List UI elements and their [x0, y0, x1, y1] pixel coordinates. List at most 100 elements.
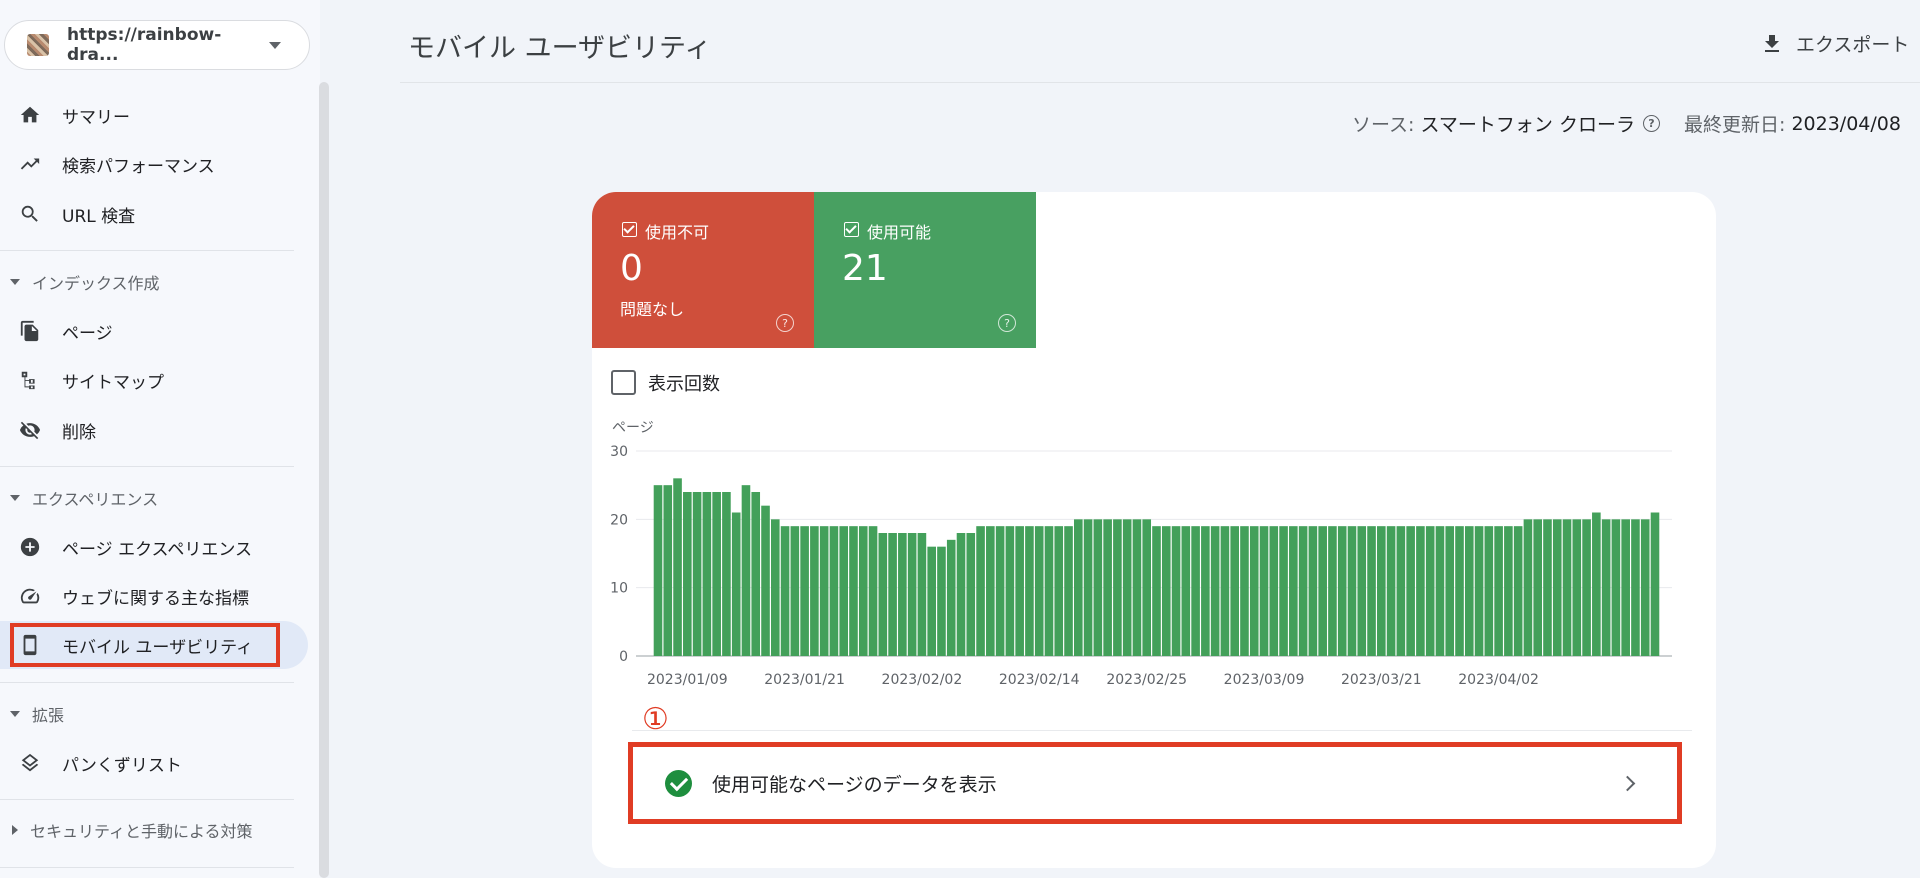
chart-bar: [1562, 519, 1572, 656]
tile-sub: 問題なし: [620, 300, 685, 319]
checkbox-checked-icon[interactable]: [622, 222, 637, 237]
chart-bar: [1533, 519, 1543, 656]
chart-bar: [1474, 526, 1484, 656]
checkbox-checked-icon[interactable]: [844, 222, 859, 237]
pages-icon: [18, 319, 42, 343]
chart-bar: [1083, 519, 1093, 656]
chart-bar: [1240, 526, 1249, 656]
chevron-right-icon: [1619, 775, 1636, 791]
chart-bar: [1386, 526, 1396, 656]
chart-bar: [946, 539, 956, 656]
download-icon: [1765, 34, 1779, 52]
view-usable-pages-row[interactable]: 使用可能なページのデータを表示: [628, 742, 1682, 824]
chart-bar: [761, 505, 770, 656]
chart-bar: [1220, 526, 1230, 656]
chart-bar: [1044, 526, 1054, 656]
impressions-checkbox[interactable]: [611, 370, 636, 395]
x-tick-label: 2023/02/25: [1106, 672, 1187, 688]
property-selector[interactable]: https://rainbow-dra...: [4, 20, 310, 70]
sidebar-item-core-web-vitals[interactable]: ウェブに関する主な指標: [0, 572, 308, 620]
impressions-label: 表示回数: [648, 374, 720, 395]
sidebar-item-label: パンくずリスト: [62, 755, 182, 776]
chart-bar: [1621, 519, 1630, 656]
eye-off-icon: [18, 418, 42, 442]
help-icon[interactable]: ?: [998, 314, 1016, 332]
chart-bar: [1582, 519, 1591, 656]
chart-bar: [751, 492, 761, 656]
divider: [0, 250, 294, 251]
chart-bar: [1034, 526, 1044, 656]
chart-bar: [1611, 519, 1621, 656]
y-tick-label: 30: [610, 444, 628, 460]
chart-bar: [1650, 512, 1660, 656]
property-url: https://rainbow-dra...: [67, 25, 222, 65]
caret-down-icon: [10, 279, 20, 285]
chart-bar: [1289, 526, 1298, 656]
section-experience[interactable]: エクスペリエンス: [0, 478, 300, 518]
tile-label: 使用可能: [867, 223, 932, 242]
chart-bar: [1601, 519, 1611, 656]
chart-bar: [1445, 526, 1455, 656]
chart-bar: [986, 526, 995, 656]
chart-bar: [1543, 519, 1552, 656]
y-axis-label: ページ: [612, 420, 654, 436]
chart-bar: [1367, 526, 1376, 656]
sidebar-scrollbar[interactable]: [319, 82, 329, 878]
sidebar-item-label: 削除: [62, 422, 96, 443]
chart-bar: [683, 492, 692, 656]
row-divider: [632, 730, 1692, 731]
x-tick-label: 2023/03/09: [1224, 672, 1305, 688]
y-tick-label: 20: [610, 512, 628, 528]
export-button[interactable]: エクスポート: [1760, 30, 1909, 57]
sidebar-item-summary[interactable]: サマリー: [0, 91, 308, 139]
divider: [0, 799, 294, 800]
chart-bar: [1171, 526, 1181, 656]
sidebar-item-label: ページ: [62, 323, 113, 344]
section-label: インデックス作成: [32, 274, 160, 293]
chart-bar: [1337, 526, 1347, 656]
chart-bar: [1074, 519, 1083, 656]
chart-bar: [1640, 519, 1650, 656]
chart-bar: [1357, 526, 1367, 656]
chevron-down-icon: [269, 41, 281, 49]
sidebar-item-breadcrumbs[interactable]: パンくずリスト: [0, 739, 308, 787]
chart-bar: [1523, 519, 1533, 656]
chart-bar: [1142, 519, 1152, 656]
chart-bar: [1025, 526, 1034, 656]
chart-bar: [1455, 526, 1464, 656]
chart-bar: [1318, 526, 1327, 656]
chart-bar: [663, 485, 673, 656]
section-indexing[interactable]: インデックス作成: [0, 262, 300, 302]
chart-bar: [927, 546, 936, 656]
trending-up-icon: [18, 152, 42, 176]
section-enhancements[interactable]: 拡張: [0, 694, 300, 734]
chart-bar: [712, 492, 721, 656]
sidebar-item-removals[interactable]: 削除: [0, 406, 308, 454]
detail-row-label: 使用可能なページのデータを表示: [712, 773, 997, 796]
chart-bar: [1132, 519, 1142, 656]
chart-bar: [839, 526, 849, 656]
chart-bar: [1377, 526, 1386, 656]
chart-bar: [1113, 519, 1122, 656]
sidebar-item-sitemap[interactable]: サイトマップ: [0, 356, 308, 404]
help-icon[interactable]: ?: [776, 314, 794, 332]
report-card: 使用不可 0 問題なし ? 使用可能 21 ? 表示回数 ページ 0 10 20 30 2…: [592, 192, 1716, 868]
chart-bar: [1210, 526, 1220, 656]
chart-bar: [1122, 519, 1132, 656]
chart-bar: [956, 533, 966, 656]
check-circle-icon: [665, 769, 692, 797]
help-icon[interactable]: ?: [1642, 115, 1660, 132]
sidebar-item-performance[interactable]: 検索パフォーマンス: [0, 140, 308, 188]
tile-usable[interactable]: 使用可能 21 ?: [814, 192, 1036, 348]
chart-bar: [917, 533, 927, 656]
sidebar-item-pages[interactable]: ページ: [0, 307, 308, 355]
tile-not-usable[interactable]: 使用不可 0 問題なし ?: [592, 192, 814, 348]
chart-bar: [868, 526, 878, 656]
section-security[interactable]: セキュリティと手動による対策: [0, 810, 300, 850]
chart-bar: [1005, 526, 1015, 656]
divider: [0, 867, 294, 868]
search-icon: [18, 202, 42, 226]
sidebar-item-page-experience[interactable]: ページ エクスペリエンス: [0, 523, 308, 571]
chart-bar: [829, 526, 839, 656]
sidebar-item-url-inspection[interactable]: URL 検査: [0, 190, 308, 238]
